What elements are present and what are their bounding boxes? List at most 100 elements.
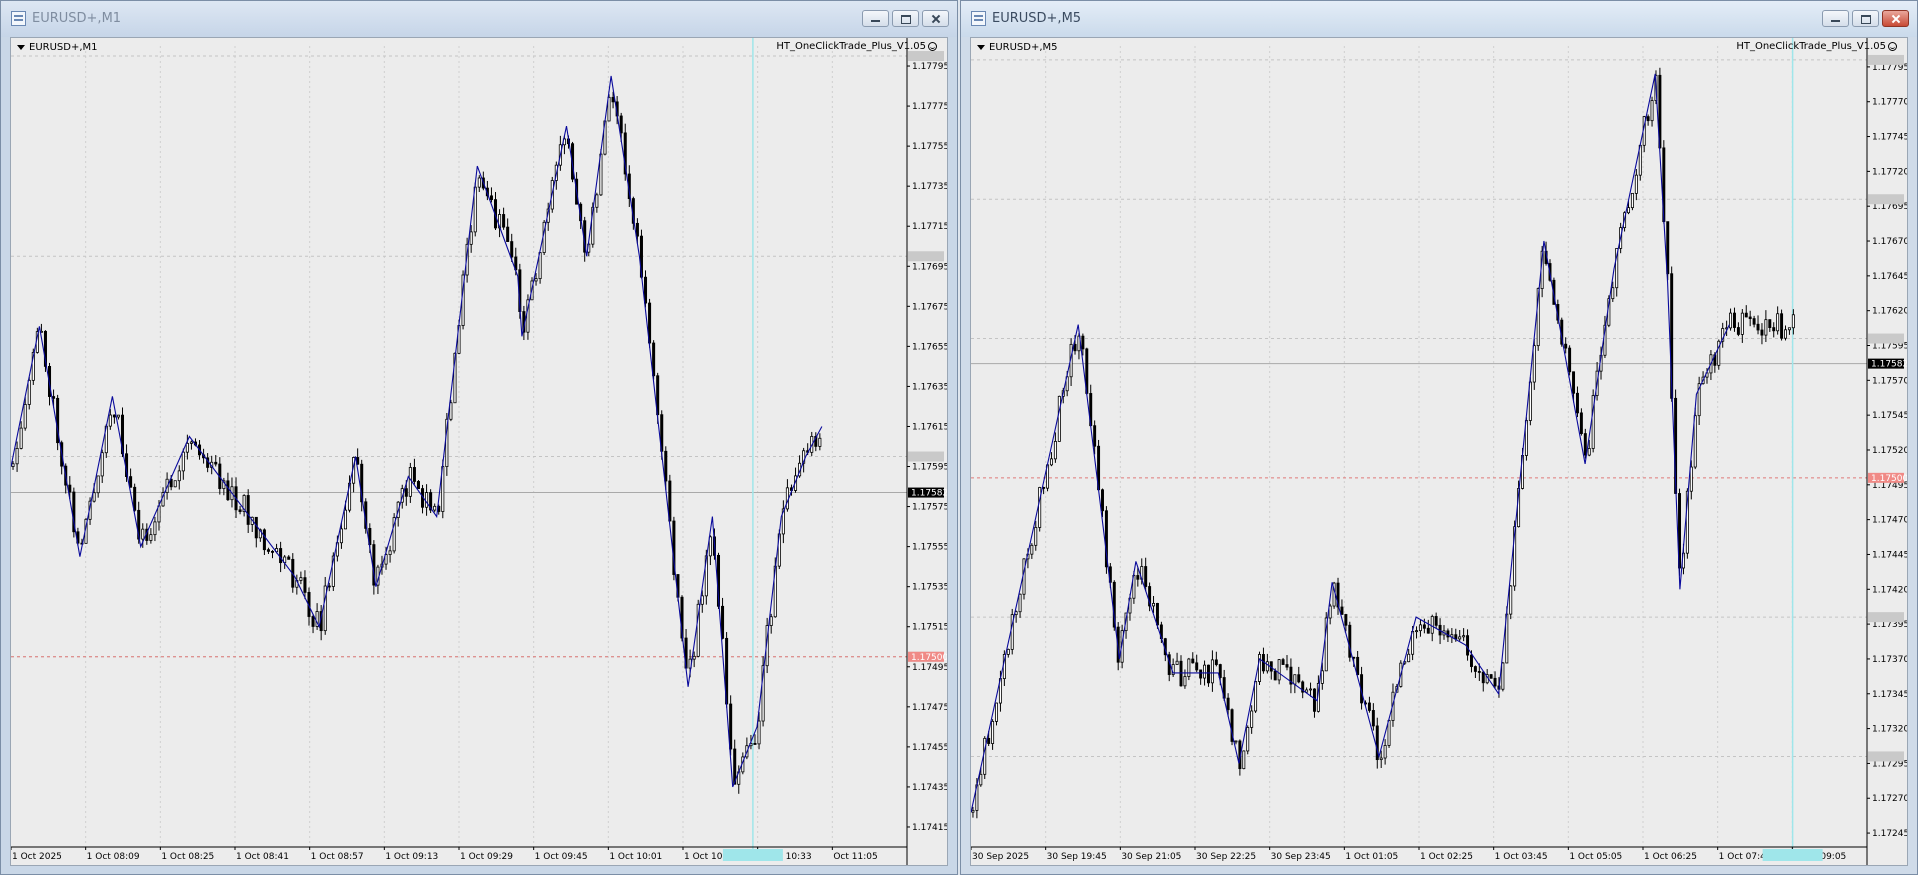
price-tick-label: 1.17595	[912, 463, 947, 473]
smiley-icon	[1888, 42, 1897, 51]
chart-window-icon	[971, 11, 986, 26]
candle-body	[1030, 544, 1034, 555]
price-tick-label: 1.17745	[1872, 133, 1907, 143]
price-tick-label: 1.17645	[1872, 272, 1907, 282]
candle-body	[1466, 635, 1470, 656]
title-bar[interactable]: EURUSD+,M1	[1, 1, 957, 37]
price-tick-label: 1.17615	[912, 422, 947, 432]
chart-window-m5[interactable]: EURUSD+,M5 1.17795 1.17770 1.17745 1.17720 1…	[960, 0, 1918, 875]
chart-window-m1[interactable]: EURUSD+,M1 1.17795 1.17775 1.17755 1.17735 1…	[0, 0, 958, 875]
time-tick-label: 1 Oct 08:25	[161, 852, 214, 862]
price-tick-label: 1.17555	[912, 543, 947, 553]
candle-body	[416, 481, 420, 489]
close-button[interactable]	[922, 10, 949, 27]
candle-body	[753, 743, 757, 745]
candle-body	[1780, 313, 1784, 339]
candle-body	[1493, 677, 1497, 687]
maximize-button[interactable]	[892, 10, 919, 27]
crosshair-time-tag	[722, 849, 783, 861]
candle-body	[266, 549, 270, 552]
candle-body	[1218, 664, 1222, 678]
candle-body	[129, 476, 133, 488]
candle-body	[433, 505, 437, 511]
price-tick-label: 1.17435	[912, 783, 947, 793]
candle-body	[510, 241, 514, 258]
candle-body	[246, 495, 250, 525]
candle-body	[112, 414, 116, 418]
candle-body	[149, 534, 153, 541]
price-tick-label: 1.17570	[1872, 376, 1907, 386]
minimize-button[interactable]	[862, 10, 889, 27]
time-tick-label: 1 Oct 10:01	[609, 852, 662, 862]
candle-body	[619, 115, 623, 134]
candle-body	[153, 521, 157, 536]
candle-body	[1454, 634, 1458, 640]
red-price-label: 1.17500	[1871, 474, 1907, 484]
candlestick-chart[interactable]: 1.17795 1.17775 1.17755 1.17735 1.17715 1.176…	[11, 38, 947, 865]
candle-body	[1501, 662, 1505, 690]
time-tick-label: 1 Oct 09:45	[535, 852, 588, 862]
candle-body	[1057, 395, 1061, 442]
candle-body	[1736, 327, 1740, 335]
price-tick-label: 1.17520	[1872, 446, 1907, 456]
candle-body	[226, 480, 230, 501]
candle-body	[1744, 312, 1748, 318]
candle-body	[1473, 666, 1477, 672]
candle-body	[185, 442, 189, 453]
zigzag-line	[971, 73, 1730, 813]
indicator-label[interactable]: HT_OneClickTrade_Plus_V1.05	[776, 41, 937, 52]
close-button[interactable]	[1882, 10, 1909, 27]
candle-body	[327, 585, 331, 588]
level-tag	[1868, 612, 1904, 623]
time-axis: 30 Sep 2025 30 Sep 19:45 30 Sep 21:05 30 Se…	[971, 846, 1867, 862]
minimize-button[interactable]	[1822, 10, 1849, 27]
level-tag	[1868, 194, 1904, 205]
candle-body	[1481, 671, 1485, 684]
candle-body	[1430, 616, 1434, 634]
candle-body	[971, 809, 975, 813]
candle-body	[1049, 458, 1053, 466]
title-bar[interactable]: EURUSD+,M5	[961, 1, 1917, 37]
candle-body	[1344, 614, 1348, 626]
candle-body	[92, 492, 96, 502]
level-tag	[1868, 333, 1904, 344]
level-tag	[908, 251, 944, 262]
time-tick-label: 1 Oct 03:45	[1495, 852, 1548, 862]
symbol-menu[interactable]: EURUSD+,M1	[17, 42, 98, 53]
candle-body	[534, 278, 538, 282]
candle-body	[991, 720, 995, 744]
smiley-icon	[928, 42, 937, 51]
candle-body	[502, 214, 506, 228]
candle-body	[1630, 192, 1634, 209]
price-tick-label: 1.17755	[912, 142, 947, 152]
candle-body	[1281, 659, 1285, 665]
grid-lines	[971, 46, 1867, 847]
candle-body	[1611, 287, 1615, 300]
indicator-label[interactable]: HT_OneClickTrade_Plus_V1.05	[1736, 41, 1897, 52]
candle-body	[287, 556, 291, 560]
candle-body	[1489, 674, 1493, 679]
time-tick-label: 30 Sep 22:25	[1196, 852, 1256, 862]
level-tag	[1868, 54, 1904, 65]
candle-body	[238, 509, 242, 512]
candle-body	[1250, 710, 1254, 728]
maximize-button[interactable]	[1852, 10, 1879, 27]
price-tick-label: 1.17775	[912, 102, 947, 112]
candle-body	[11, 463, 15, 467]
candle-body	[1179, 660, 1183, 687]
time-tick-label: 30 Sep 23:45	[1271, 852, 1331, 862]
candle-body	[311, 616, 315, 627]
candle-body	[1772, 327, 1776, 332]
candle-body	[1144, 566, 1148, 587]
price-chart-area[interactable]: 1.17795 1.17775 1.17755 1.17735 1.17715 1.176…	[10, 37, 948, 866]
price-chart-area[interactable]: 1.17795 1.17770 1.17745 1.17720 1.17695 1.176…	[970, 37, 1908, 866]
candlestick-chart[interactable]: 1.177951.177701.177451.177201.176951.176…	[971, 38, 1907, 865]
candle-body	[1379, 757, 1383, 761]
candle-body	[425, 492, 429, 508]
time-tick-label: 1 Oct 2025	[12, 852, 62, 862]
window-title: EURUSD+,M5	[992, 11, 1082, 26]
candle-body	[116, 414, 120, 418]
candle-body	[1018, 593, 1022, 613]
symbol-menu[interactable]: EURUSD+,M5	[977, 42, 1058, 53]
price-tick-label: 1.17475	[912, 703, 947, 713]
